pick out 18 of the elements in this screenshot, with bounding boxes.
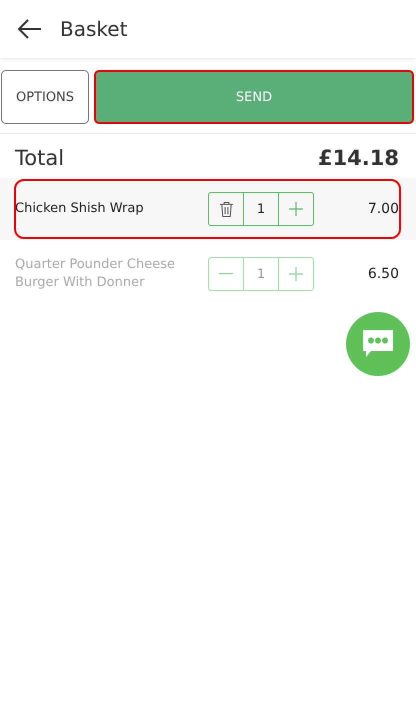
total-amount: £14.18	[318, 146, 399, 170]
page-title: Basket	[60, 17, 128, 41]
back-arrow-icon[interactable]	[18, 19, 42, 39]
item-price: 6.50	[368, 266, 399, 282]
quantity-value: 1	[243, 258, 279, 290]
trash-icon	[218, 200, 234, 218]
item-name: Chicken Shish Wrap	[15, 200, 145, 218]
total-label: Total	[15, 146, 64, 170]
minus-icon	[219, 273, 233, 275]
quantity-value: 1	[243, 193, 279, 225]
basket-item[interactable]: Quarter Pounder Cheese Burger With Donner 1 6.50	[0, 246, 416, 302]
plus-icon	[288, 201, 304, 217]
basket-item[interactable]: Chicken Shish Wrap 1 7.00	[0, 178, 416, 240]
chat-bubble-icon	[362, 329, 394, 359]
item-price: 7.00	[368, 201, 399, 217]
options-button[interactable]: OPTIONS	[1, 70, 89, 124]
plus-icon	[288, 266, 304, 282]
item-name: Quarter Pounder Cheese Burger With Donner	[15, 256, 176, 292]
